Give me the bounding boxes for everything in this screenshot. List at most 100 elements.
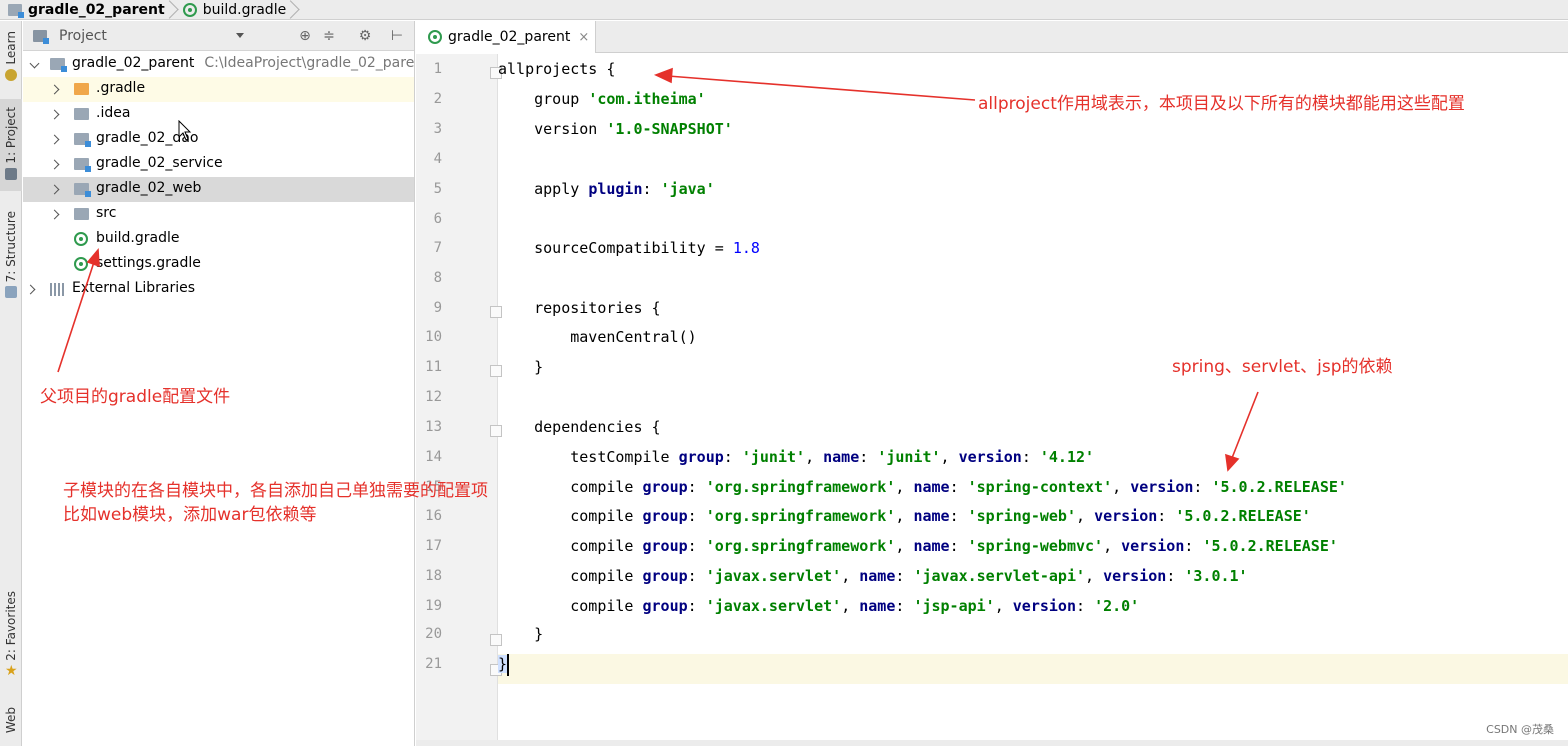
tree-item-label: External Libraries: [72, 280, 195, 296]
chevron-right-icon[interactable]: [27, 285, 37, 295]
gradle-file-icon: [182, 2, 197, 17]
tree-item-service[interactable]: gradle_02_service: [23, 152, 414, 177]
code-line-19: compile group: 'javax.servlet', name: 'j…: [498, 597, 1140, 615]
code-line-11: }: [498, 358, 544, 376]
tree-item-label: settings.gradle: [96, 255, 201, 271]
line-number: 17: [425, 538, 442, 554]
tool-tab-favorites[interactable]: 2: Favorites ★: [0, 591, 22, 679]
project-panel-header: Project ⊕ ≑ ⚙ ⊢: [23, 21, 414, 51]
collapse-all-icon[interactable]: ≑: [321, 28, 337, 44]
tree-item-dao[interactable]: gradle_02_dao: [23, 127, 414, 152]
tree-item-label: gradle_02_service: [96, 155, 223, 171]
module-folder-icon: [74, 183, 91, 197]
tree-item-settings-gradle[interactable]: settings.gradle: [23, 252, 414, 277]
chevron-right-icon[interactable]: [51, 160, 61, 170]
line-number: 6: [433, 211, 442, 227]
navigation-bar: gradle_02_parent build.gradle: [0, 0, 1568, 20]
line-number: 21: [425, 656, 442, 672]
left-tool-strip: Learn 1: Project 7: Structure 2: Favorit…: [0, 21, 22, 746]
tree-root-label: gradle_02_parent C:\IdeaProject\gradle_02…: [72, 55, 415, 71]
gradle-file-icon: [74, 232, 88, 246]
text-caret: [507, 653, 510, 676]
line-number: 12: [425, 389, 442, 405]
horizontal-scrollbar[interactable]: [416, 740, 1568, 746]
gear-icon[interactable]: ⚙: [357, 28, 373, 44]
tree-root[interactable]: gradle_02_parent C:\IdeaProject\gradle_02…: [23, 52, 414, 77]
tree-item-label: build.gradle: [96, 230, 180, 246]
hide-panel-icon[interactable]: ⊢: [389, 28, 405, 44]
code-area[interactable]: allprojects { group 'com.itheima' versio…: [498, 54, 1568, 744]
chevron-right-icon[interactable]: [51, 210, 61, 220]
tool-tab-favorites-label: 2: Favorites: [4, 591, 18, 661]
tree-item-web[interactable]: gradle_02_web: [23, 177, 414, 202]
code-line-21: }: [498, 649, 1568, 679]
line-number: 14: [425, 449, 442, 465]
annotation-deps: spring、servlet、jsp的依赖: [1172, 357, 1393, 377]
line-number: 8: [433, 270, 442, 286]
tree-item-src[interactable]: src: [23, 202, 414, 227]
annotation-submodule-1: 子模块的在各自模块中，各自添加自己单独需要的配置项: [63, 481, 488, 501]
line-number: 18: [425, 568, 442, 584]
code-line-3: version '1.0-SNAPSHOT': [498, 120, 733, 138]
tool-tab-project[interactable]: 1: Project: [0, 99, 22, 191]
tree-item-label: .idea: [96, 105, 131, 121]
tree-item-label: .gradle: [96, 80, 146, 96]
code-line-18: compile group: 'javax.servlet', name: 'j…: [498, 567, 1248, 585]
line-number: 20: [425, 626, 442, 642]
watermark: CSDN @茂桑: [1486, 723, 1554, 736]
chevron-right-icon[interactable]: [51, 110, 61, 120]
breadcrumb-file[interactable]: build.gradle: [182, 0, 305, 20]
star-icon: ★: [5, 662, 18, 679]
code-line-9: repositories {: [498, 299, 661, 317]
annotation-allproject: allproject作用域表示，本项目及以下所有的模块都能用这些配置: [978, 94, 1465, 114]
code-line-14: testCompile group: 'junit', name: 'junit…: [498, 448, 1095, 466]
tool-tab-structure-label: 7: Structure: [4, 211, 18, 283]
line-number: 5: [433, 181, 442, 197]
tool-tab-project-label: 1: Project: [4, 107, 18, 164]
code-line-15: compile group: 'org.springframework', na…: [498, 478, 1347, 496]
mouse-cursor-icon: [178, 120, 192, 141]
annotation-parent-config: 父项目的gradle配置文件: [40, 387, 231, 407]
chevron-right-icon[interactable]: [51, 135, 61, 145]
tool-tab-structure[interactable]: 7: Structure: [0, 211, 22, 299]
breadcrumb-root-label: gradle_02_parent: [28, 1, 165, 18]
line-number: 7: [433, 240, 442, 256]
module-folder-icon: [8, 3, 24, 18]
tree-item-external-libraries[interactable]: External Libraries: [23, 277, 414, 302]
editor-tab-build-gradle[interactable]: gradle_02_parent ×: [416, 21, 596, 53]
chevron-right-icon[interactable]: [51, 185, 61, 195]
folder-icon: [74, 108, 89, 120]
tree-item-label: src: [96, 205, 117, 221]
tree-item-gradle-dir[interactable]: .gradle: [23, 77, 414, 102]
line-number: 19: [425, 598, 442, 614]
tree-item-idea[interactable]: .idea: [23, 102, 414, 127]
tree-item-build-gradle[interactable]: build.gradle: [23, 227, 414, 252]
module-folder-icon: [74, 158, 91, 172]
chevron-down-icon[interactable]: [31, 61, 41, 71]
code-line-13: dependencies {: [498, 418, 661, 436]
line-number: 4: [433, 151, 442, 167]
project-view-icon: [33, 29, 49, 44]
line-number: 3: [433, 121, 442, 137]
editor-tab-label: gradle_02_parent: [448, 29, 571, 45]
tool-tab-learn[interactable]: Learn: [0, 31, 22, 81]
project-view-selector[interactable]: Project: [59, 28, 107, 44]
breadcrumb-separator: [290, 0, 300, 20]
gradle-file-icon: [74, 257, 88, 271]
ide-window: gradle_02_parent build.gradle Learn 1: P…: [0, 0, 1568, 746]
breadcrumb-separator: [169, 0, 179, 20]
chevron-down-icon[interactable]: [236, 33, 244, 38]
locate-icon[interactable]: ⊕: [297, 28, 313, 44]
code-line-7: sourceCompatibility = 1.8: [498, 239, 760, 257]
folder-icon: [74, 83, 89, 95]
code-line-1: allprojects {: [498, 60, 616, 78]
tool-tab-web[interactable]: Web: [0, 707, 22, 733]
chevron-right-icon[interactable]: [51, 85, 61, 95]
line-number: 11: [425, 359, 442, 375]
gradle-file-icon: [428, 30, 442, 44]
close-icon[interactable]: ×: [578, 30, 589, 45]
project-icon: [5, 167, 17, 180]
line-number: 10: [425, 329, 442, 345]
breadcrumb-root[interactable]: gradle_02_parent: [8, 0, 183, 20]
editor-tab-bar: gradle_02_parent ×: [416, 21, 1568, 53]
